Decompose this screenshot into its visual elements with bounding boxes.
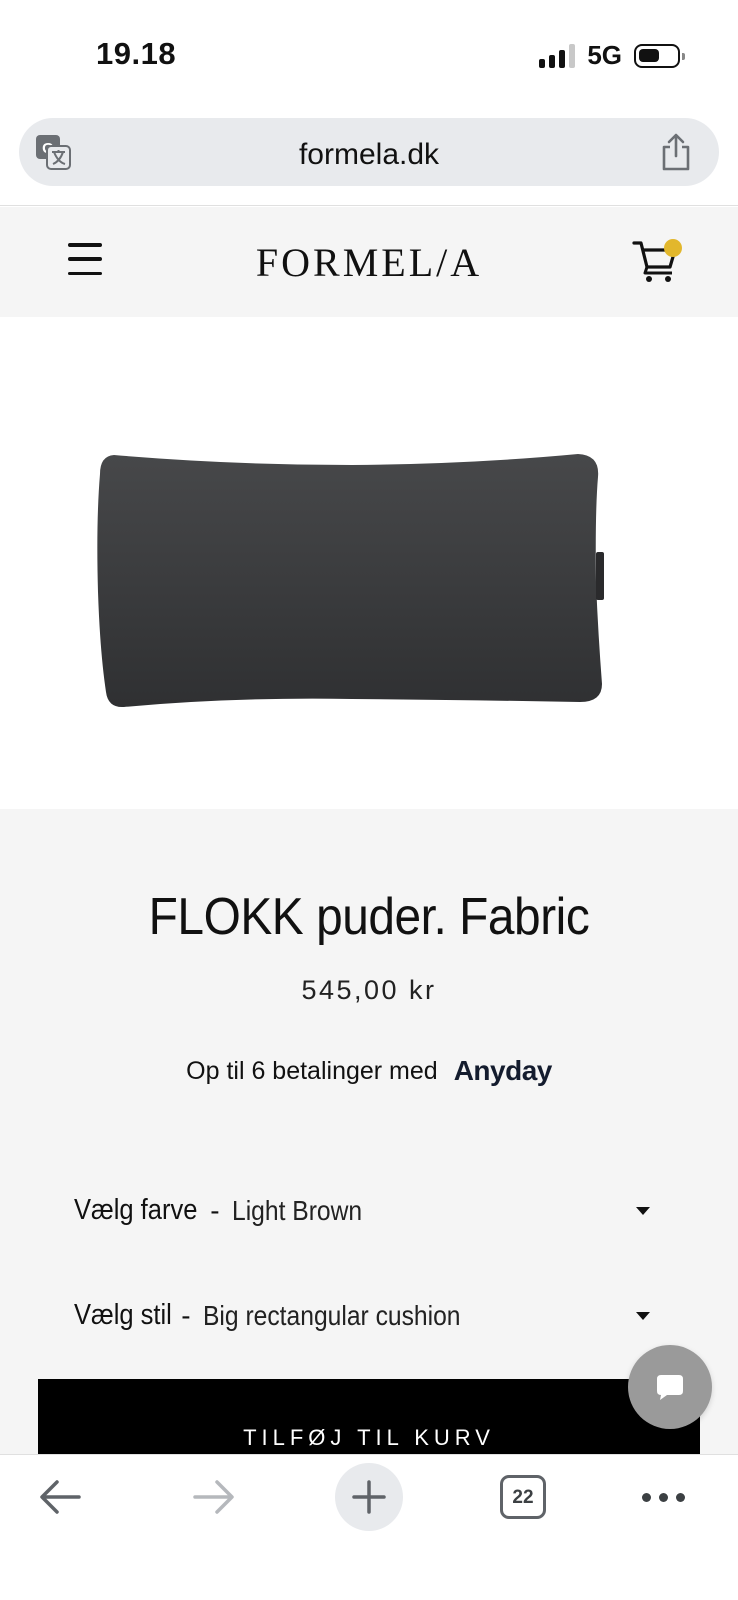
product-price: 545,00 kr [301,975,437,1005]
status-bar: 19.18 5G [0,0,738,110]
anyday-logo: Anyday [453,1055,553,1086]
caret-down-icon[interactable] [636,1206,650,1215]
plus-icon [352,1480,386,1514]
more-horizontal-icon[interactable] [642,1493,685,1502]
installments-text: Op til 6 betalinger med [186,1056,438,1085]
product-title: FLOKK puder. Fabric [148,888,590,946]
signal-strength-icon [539,43,576,68]
site-logo[interactable]: FORMEL/A [0,239,738,286]
color-select-value[interactable]: Light Brown [232,1195,362,1227]
share-icon[interactable] [659,132,693,172]
style-select-value[interactable]: Big rectangular cushion [203,1300,461,1332]
status-indicators: 5G [539,40,685,71]
separator: - [181,1299,191,1331]
url-text[interactable]: formela.dk [19,138,719,172]
style-select-label: Vælg stil [74,1299,172,1331]
battery-icon [634,43,685,68]
network-type: 5G [587,40,622,70]
browser-toolbar: 22 [0,1454,738,1600]
site-header: FORMEL/A [0,207,738,317]
arrow-left-icon[interactable] [38,1477,82,1517]
address-bar[interactable]: G formela.dk [19,118,719,186]
new-tab-button[interactable] [335,1463,403,1531]
style-select[interactable]: Vælg stil - Big rectangular cushion [74,1299,650,1332]
caret-down-icon[interactable] [636,1311,650,1320]
arrow-right-icon[interactable] [192,1477,236,1517]
separator: - [210,1194,220,1226]
product-info: FLOKK puder. Fabric 545,00 kr Op til 6 b… [0,809,738,1469]
installments-info[interactable]: Op til 6 betalinger med Anyday [0,1055,738,1087]
pillow-image [97,454,604,708]
product-image[interactable] [0,317,738,809]
status-time: 19.18 [96,36,177,71]
browser-address-area: G formela.dk [0,110,738,206]
color-select-label: Vælg farve [74,1194,198,1226]
color-select[interactable]: Vælg farve - Light Brown [74,1194,650,1227]
chat-icon [657,1375,683,1400]
chat-button[interactable] [628,1345,712,1429]
cart-notification-dot [664,239,682,257]
tab-switcher-button[interactable]: 22 [500,1475,546,1519]
